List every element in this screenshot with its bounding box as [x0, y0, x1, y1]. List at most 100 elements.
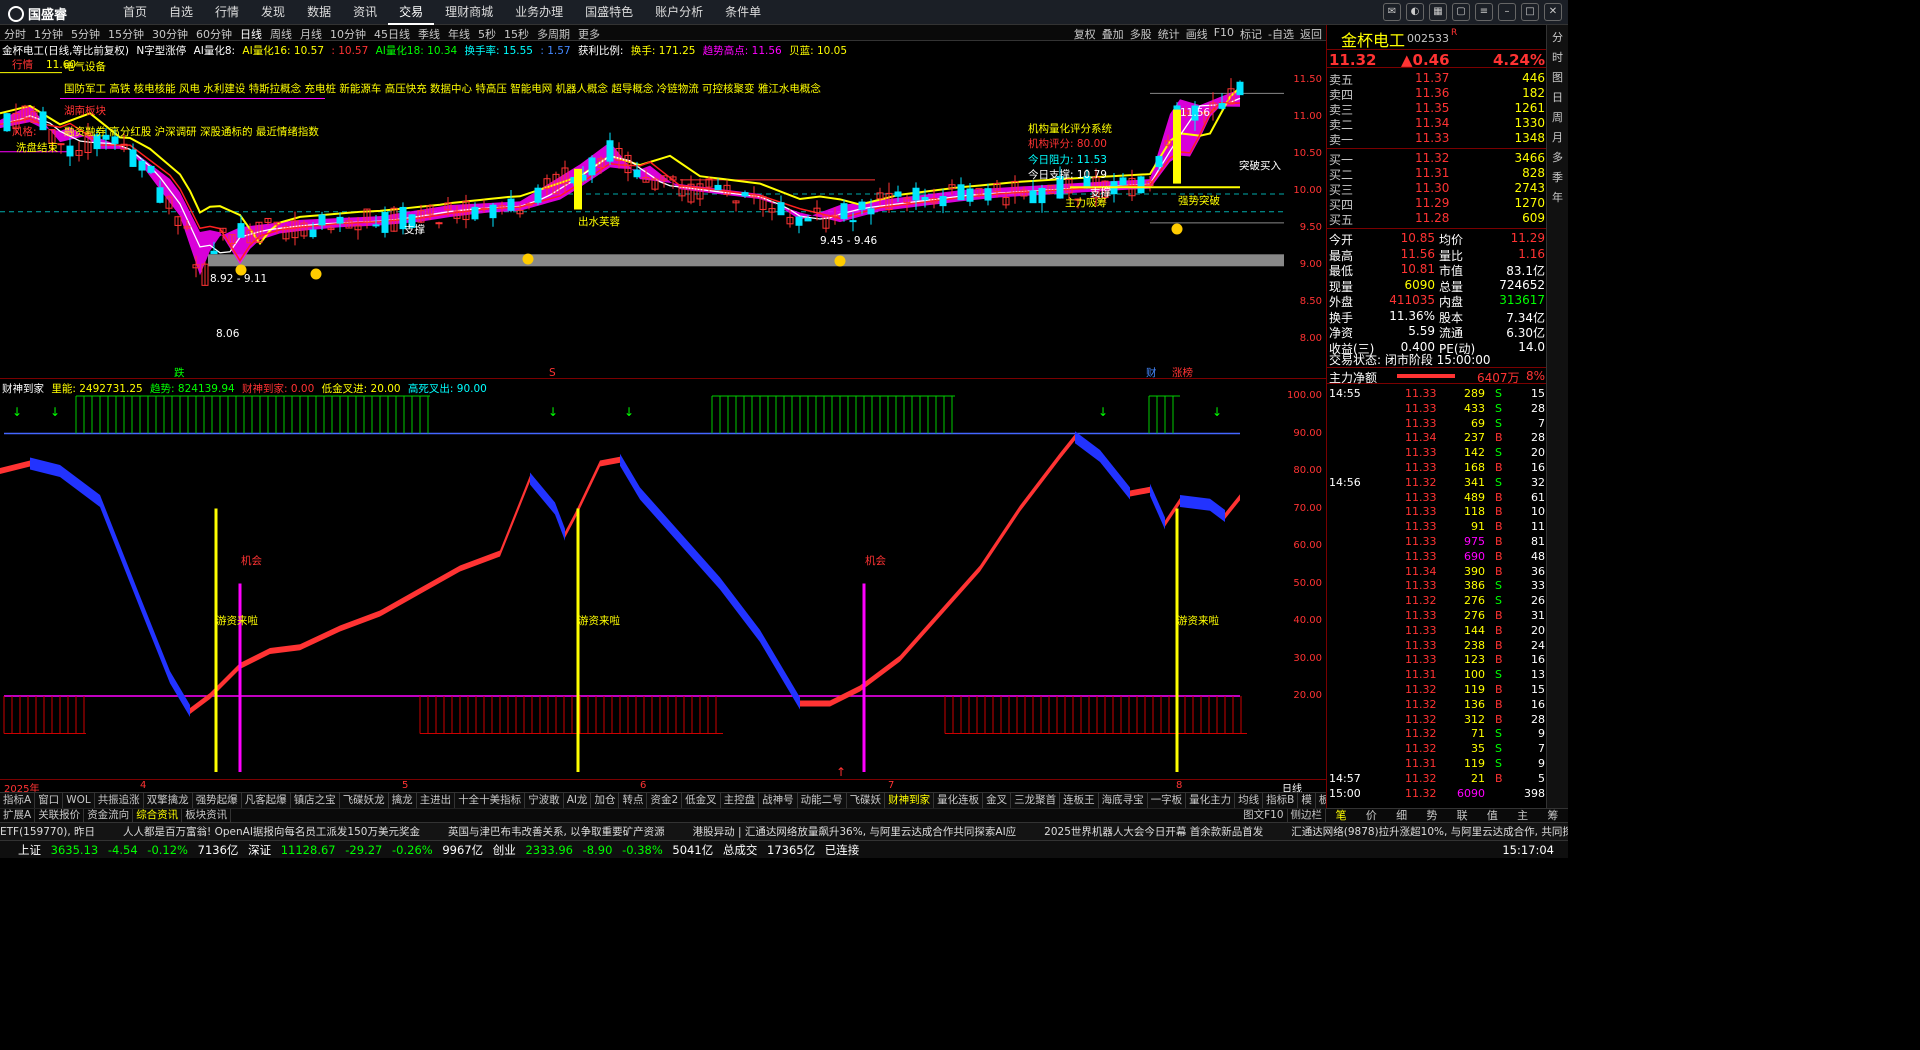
period-tab[interactable]: 年线 — [448, 26, 470, 42]
quote-tab[interactable]: 价 — [1356, 809, 1386, 822]
indicator-tab[interactable]: 宁波敢 — [525, 793, 564, 808]
indicator-tab[interactable]: 凡客起爆 — [242, 793, 291, 808]
news-item[interactable]: 英国与津巴布韦改善关系, 以争取重要矿产资源 — [448, 826, 665, 838]
indicator-tab[interactable]: 动能二号 — [798, 793, 847, 808]
indicator-tab[interactable]: 指标A — [0, 793, 36, 808]
sidebar-item[interactable]: 季 — [1547, 169, 1568, 185]
menu-item[interactable]: 条件单 — [714, 0, 772, 25]
sub-tab[interactable]: 综合资讯 — [133, 809, 183, 822]
period-tab[interactable]: 1分钟 — [34, 26, 63, 42]
bid-row[interactable]: 买一 11.32 3466 — [1327, 151, 1547, 167]
indicator-tab[interactable]: 金叉 — [983, 793, 1012, 808]
quote-tab[interactable]: 主 — [1508, 809, 1538, 822]
indicator-tab[interactable]: 战神号 — [759, 793, 798, 808]
period-tab[interactable]: 日线 — [240, 26, 262, 42]
kline-chart[interactable]: 行情 电气设备国防军工 高铁 核电核能 风电 水利建设 特斯拉概念 充电桩 新能源… — [0, 56, 1284, 378]
quote-tab[interactable]: 笔 — [1326, 809, 1356, 822]
quote-tab[interactable]: 值 — [1477, 809, 1507, 822]
quote-tab[interactable]: 细 — [1387, 809, 1417, 822]
period-tab[interactable]: 5秒 — [478, 26, 496, 42]
period-tab[interactable]: 15秒 — [504, 26, 529, 42]
period-tab[interactable]: 60分钟 — [196, 26, 232, 42]
tool-button[interactable]: 多股 — [1130, 26, 1152, 42]
ask-row[interactable]: 卖五 11.37 446 — [1327, 71, 1547, 87]
message-icon[interactable]: ✉ — [1383, 3, 1401, 21]
indicator-tab[interactable]: 资金2 — [647, 793, 683, 808]
menu-item[interactable]: 行情 — [204, 0, 250, 25]
indicator-tab[interactable]: 连板王 — [1060, 793, 1099, 808]
sub-tab-right[interactable]: 图文F10 — [1240, 809, 1288, 822]
indicator-tab[interactable]: 镇店之宝 — [291, 793, 340, 808]
bid-row[interactable]: 买三 11.30 2743 — [1327, 181, 1547, 197]
box-icon[interactable]: ▢ — [1452, 3, 1470, 21]
indicator-tab[interactable]: 飞碟妖 — [847, 793, 886, 808]
quote-tab[interactable]: 势 — [1417, 809, 1447, 822]
indicator-tab[interactable]: 双擎擒龙 — [144, 793, 193, 808]
indicator-tab[interactable]: 主进出 — [417, 793, 456, 808]
sidebar-item[interactable]: 年 — [1547, 189, 1568, 205]
menu-item[interactable]: 发现 — [250, 0, 296, 25]
indicator-tab[interactable]: 擒龙 — [389, 793, 417, 808]
indicator-tab[interactable]: 量化主力 — [1186, 793, 1236, 808]
sub-tab[interactable]: 资金流向 — [84, 809, 134, 822]
period-tab[interactable]: 多周期 — [537, 26, 570, 42]
sidebar-item[interactable]: 分 — [1547, 29, 1568, 45]
sub-tab[interactable]: 扩展A — [0, 809, 36, 822]
sidebar-item[interactable]: 时 — [1547, 49, 1568, 65]
indicator-tab-right[interactable]: 模 — [1298, 793, 1316, 808]
menu-item[interactable]: 账户分析 — [644, 0, 714, 25]
indicator-tab[interactable]: WOL — [63, 793, 95, 808]
menu-item[interactable]: 业务办理 — [504, 0, 574, 25]
indicator-tab[interactable]: 海底寻宝 — [1099, 793, 1148, 808]
menu-item[interactable]: 自选 — [158, 0, 204, 25]
indicator-tab[interactable]: 加仓 — [591, 793, 620, 808]
ask-row[interactable]: 卖四 11.36 182 — [1327, 86, 1547, 102]
close-icon[interactable]: ✕ — [1544, 3, 1562, 21]
tool-button[interactable]: 返回 — [1300, 26, 1322, 42]
news-ticker[interactable]: ETF(159770), 昨日 人人都是百万富翁! OpenAI据报向每名员工派发… — [0, 822, 1568, 840]
menu-item[interactable]: 资讯 — [342, 0, 388, 25]
tool-button[interactable]: F10 — [1214, 26, 1234, 42]
ask-row[interactable]: 卖二 11.34 1330 — [1327, 116, 1547, 132]
indicator-tab[interactable]: 转点 — [619, 793, 648, 808]
period-tab[interactable]: 更多 — [578, 26, 600, 42]
menu-item[interactable]: 国盛特色 — [574, 0, 644, 25]
tool-button[interactable]: 标记 — [1240, 26, 1262, 42]
news-item[interactable]: 2025世界机器人大会今日开幕 首余款新品首发 — [1044, 826, 1263, 838]
sub-tab[interactable]: 关联报价 — [35, 809, 85, 822]
indicator-chart[interactable]: ↓ ↓ ↓ ↓ ↓ ↓ ↑ 机会 机会游资来啦 游资来啦 游资来啦 — [0, 392, 1284, 778]
period-tab[interactable]: 季线 — [418, 26, 440, 42]
app-logo[interactable]: 国盛睿 — [8, 4, 67, 23]
ask-row[interactable]: 卖一 11.33 1348 — [1327, 131, 1547, 147]
period-tab[interactable]: 月线 — [300, 26, 322, 42]
period-tab[interactable]: 45日线 — [374, 26, 410, 42]
menu-item[interactable]: 理财商城 — [434, 0, 504, 25]
period-tab[interactable]: 5分钟 — [71, 26, 100, 42]
minimize-icon[interactable]: – — [1498, 3, 1516, 21]
tool-button[interactable]: 画线 — [1186, 26, 1208, 42]
indicator-tab[interactable]: 强势起爆 — [193, 793, 242, 808]
sub-tab[interactable]: 板块资讯 — [182, 809, 232, 822]
news-item[interactable]: ETF(159770), 昨日 — [0, 826, 95, 838]
sidebar-item[interactable]: 月 — [1547, 129, 1568, 145]
news-item[interactable]: 人人都是百万富翁! OpenAI据报向每名员工派发150万美元奖金 — [123, 826, 420, 838]
period-tab[interactable]: 10分钟 — [330, 26, 366, 42]
indicator-tab[interactable]: 一字板 — [1148, 793, 1187, 808]
menu-item[interactable]: 交易 — [388, 0, 435, 25]
indicator-tab-right[interactable]: 板 — [1316, 793, 1326, 808]
quote-tab[interactable]: 筹 — [1538, 809, 1568, 822]
indicator-tab[interactable]: 低金叉 — [682, 793, 721, 808]
ask-row[interactable]: 卖三 11.35 1261 — [1327, 101, 1547, 117]
sub-tab-right[interactable]: 侧边栏 — [1288, 809, 1326, 822]
menu-icon[interactable]: ≡ — [1475, 3, 1493, 21]
bid-row[interactable]: 买五 11.28 609 — [1327, 211, 1547, 227]
indicator-tab[interactable]: 量化连板 — [934, 793, 984, 808]
news-item[interactable]: 汇通达网络(9878)拉升涨超10%, 与阿里云达成合作, 共同探索人工智 — [1291, 826, 1568, 838]
tool-button[interactable]: -自选 — [1268, 26, 1294, 42]
indicator-tab[interactable]: 窗口 — [35, 793, 64, 808]
maximize-icon[interactable]: □ — [1521, 3, 1539, 21]
indicator-tab[interactable]: 三龙聚首 — [1011, 793, 1061, 808]
indicator-tab-right[interactable]: 指标B — [1263, 793, 1299, 808]
period-tab[interactable]: 周线 — [270, 26, 292, 42]
period-tab[interactable]: 15分钟 — [108, 26, 144, 42]
